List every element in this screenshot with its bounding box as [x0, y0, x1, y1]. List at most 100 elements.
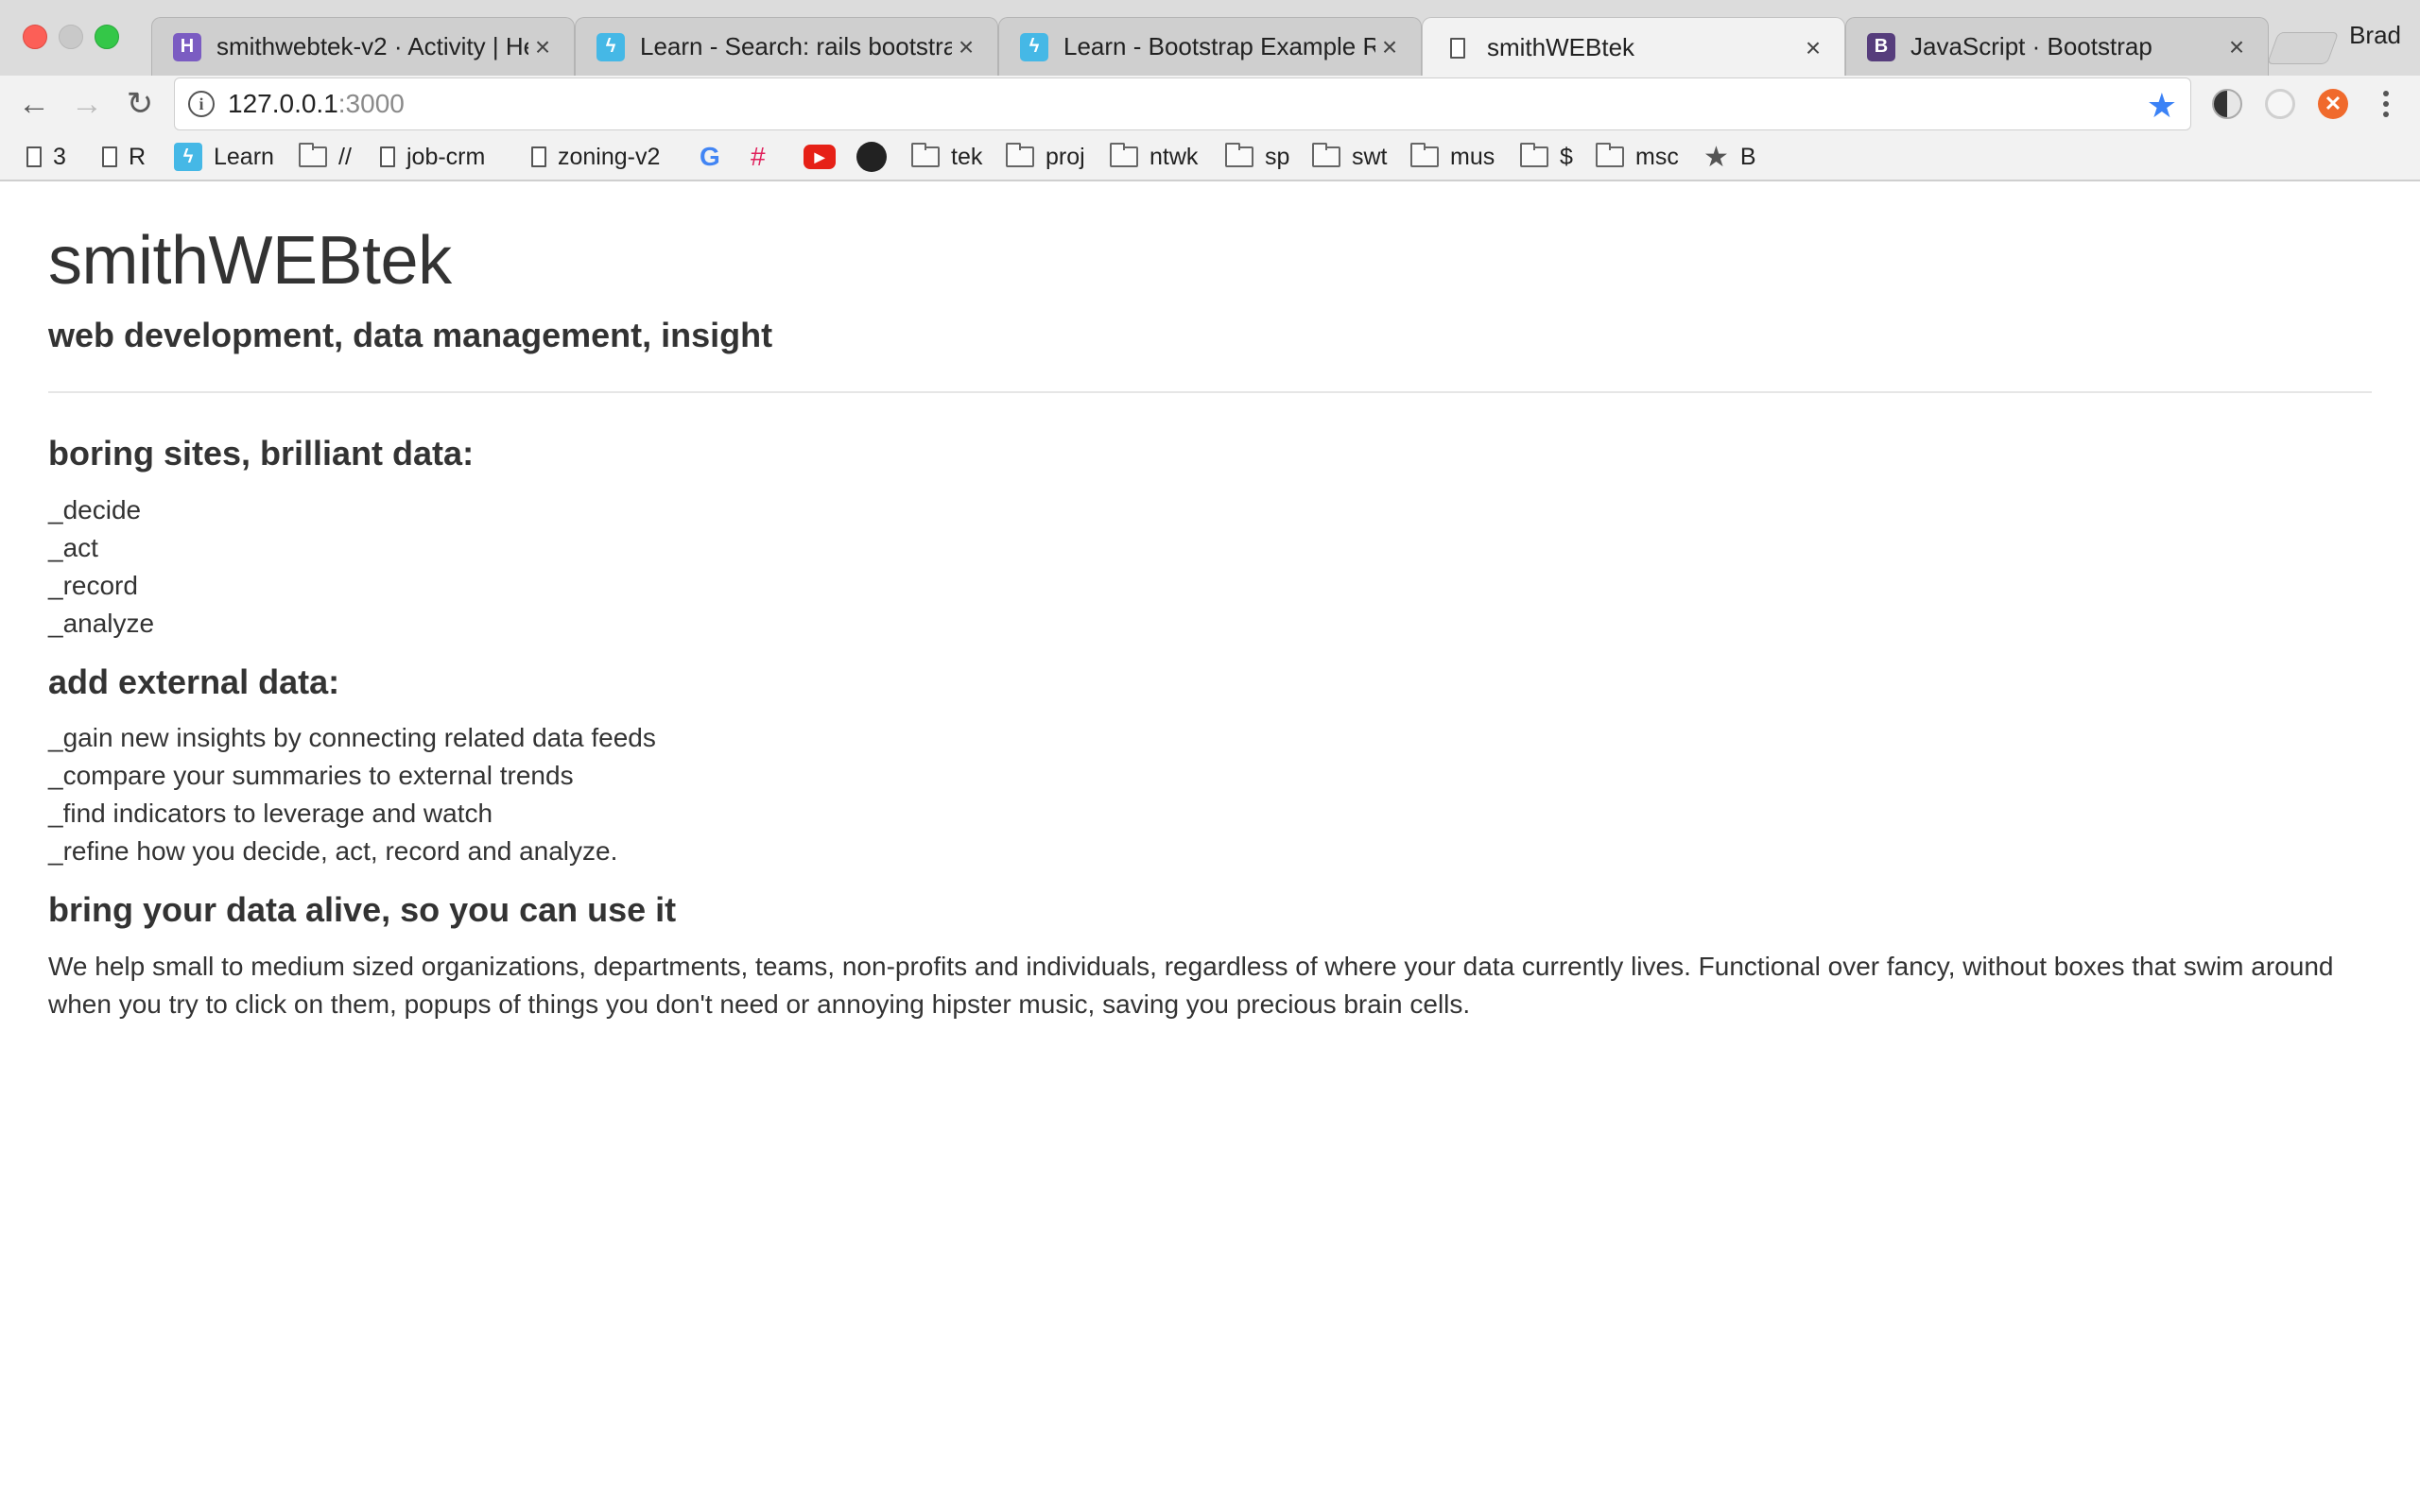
url-host: 127.0.0.1 — [228, 89, 338, 118]
page-content: smithWEBtek web development, data manage… — [48, 181, 2372, 1044]
page-icon — [26, 146, 42, 167]
folder-icon — [1110, 143, 1138, 167]
divider — [48, 391, 2372, 393]
github-icon[interactable] — [856, 140, 887, 174]
bookmark-folder-mus[interactable]: mus — [1410, 140, 1495, 174]
tab-title: smithwebtek-v2 · Activity | He — [216, 32, 528, 60]
minimize-window-button[interactable] — [59, 25, 83, 49]
folder-icon — [1006, 143, 1034, 167]
folder-icon — [1596, 143, 1624, 167]
close-tab-icon[interactable]: × — [1375, 32, 1404, 62]
bookmark-zoning-v2[interactable]: zoning-v2 — [531, 140, 660, 174]
learn-icon: ϟ — [1020, 32, 1048, 61]
site-tagline: web development, data management, insigh… — [48, 316, 773, 354]
bookmark-folder-dollar[interactable]: $ — [1520, 140, 1573, 174]
section-heading: add external data: — [48, 662, 340, 701]
folder-icon — [1225, 143, 1253, 167]
folder-icon — [1520, 143, 1548, 167]
close-tab-icon[interactable]: × — [2222, 32, 2251, 62]
bookmark-label: msc — [1635, 143, 1679, 170]
back-arrow-icon[interactable]: ← — [11, 81, 57, 127]
bookmark-label: tek — [951, 143, 983, 170]
intro-paragraph: We help small to medium sized organizati… — [48, 951, 2334, 1019]
tab-smithwebtek[interactable]: smithWEBtek × — [1422, 17, 1845, 77]
bookmark-job-crm[interactable]: job-crm — [380, 140, 485, 174]
list-item: _compare your summaries to external tren… — [48, 761, 574, 791]
bookmark-star-icon[interactable]: ★ — [2147, 86, 2177, 126]
bookmark-label: 3 — [53, 143, 66, 170]
bookmark-folder-tek[interactable]: tek — [911, 140, 982, 174]
profile-name[interactable]: Brad — [2349, 21, 2401, 50]
tab-learn-bootstrap[interactable]: ϟ Learn - Bootstrap Example Ra × — [998, 17, 1422, 76]
new-tab-button[interactable] — [2266, 32, 2340, 64]
page-icon — [380, 146, 395, 167]
bookmark-3[interactable]: 3 — [26, 140, 66, 174]
site-title: smithWEBtek — [48, 223, 452, 299]
zoom-window-button[interactable] — [95, 25, 119, 49]
google-icon[interactable]: G — [700, 140, 720, 174]
bookmark-label: job-crm — [406, 143, 486, 170]
url-port: :3000 — [337, 89, 405, 118]
learn-icon: ϟ — [174, 143, 202, 171]
learn-icon: ϟ — [596, 32, 625, 61]
section-external-data: add external data: _gain new insights by… — [48, 662, 2372, 871]
dark-mode-extension-icon[interactable] — [2212, 89, 2242, 119]
bookmark-label: swt — [1352, 143, 1388, 170]
folder-icon — [911, 143, 940, 167]
bookmark-label: ntwk — [1150, 143, 1199, 170]
bookmark-label: // — [338, 143, 352, 170]
tab-strip: H smithwebtek-v2 · Activity | He × ϟ Lea… — [0, 0, 2420, 77]
section-data-alive: bring your data alive, so you can use it… — [48, 891, 2372, 1023]
bookmark-folder-msc[interactable]: msc — [1596, 140, 1679, 174]
list-item: _analyze — [48, 608, 155, 638]
tab-bootstrap-javascript[interactable]: B JavaScript · Bootstrap × — [1845, 17, 2269, 76]
close-tab-icon[interactable]: × — [1799, 33, 1827, 63]
bookmark-r[interactable]: R — [102, 140, 146, 174]
bookmark-label: B — [1739, 143, 1756, 170]
slack-icon[interactable]: # — [751, 140, 766, 174]
list-item: _record — [48, 570, 138, 600]
bookmark-label: proj — [1046, 143, 1085, 170]
bookmark-label: R — [129, 143, 147, 170]
bookmark-folder-proj[interactable]: proj — [1006, 140, 1085, 174]
bookmark-folder-ntwk[interactable]: ntwk — [1110, 140, 1198, 174]
section-heading: bring your data alive, so you can use it — [48, 890, 677, 930]
address-bar[interactable]: i 127.0.0.1:3000 ★ — [174, 77, 2191, 130]
folder-icon — [299, 143, 327, 167]
list-item: _find indicators to leverage and watch — [48, 799, 493, 829]
bookmark-label: sp — [1265, 143, 1290, 170]
bookmarks-bar: 3 R ϟ Learn // job-crm zoning-v2 G # ▶ te… — [0, 132, 2420, 181]
page-icon — [102, 146, 117, 167]
bookmark-label: zoning-v2 — [558, 143, 661, 170]
tab-title: JavaScript · Bootstrap — [1910, 32, 2152, 60]
browser-toolbar: ← → ↻ i 127.0.0.1:3000 ★ ✕ — [0, 76, 2420, 132]
bookmark-folder-sp[interactable]: sp — [1225, 140, 1289, 174]
youtube-icon[interactable]: ▶ — [804, 140, 836, 174]
chrome-menu-icon[interactable] — [2375, 83, 2397, 125]
page-icon — [531, 146, 546, 167]
list-item: _act — [48, 532, 98, 562]
section-boring-sites: boring sites, brilliant data: _decide _a… — [48, 435, 2372, 643]
info-icon[interactable]: i — [188, 91, 215, 117]
heroku-icon: H — [173, 32, 201, 61]
close-tab-icon[interactable]: × — [528, 32, 557, 62]
page-icon — [1443, 34, 1472, 62]
bookmark-b[interactable]: ★ B — [1703, 140, 1756, 174]
bootstrap-icon: B — [1867, 32, 1895, 61]
close-tab-icon[interactable]: × — [952, 32, 980, 62]
close-window-button[interactable] — [23, 25, 47, 49]
list-item: _gain new insights by connecting related… — [48, 723, 656, 753]
forward-arrow-icon[interactable]: → — [64, 81, 110, 127]
ublock-extension-icon[interactable]: ✕ — [2318, 89, 2348, 119]
bookmark-folder-slashes[interactable]: // — [299, 140, 352, 174]
section-heading: boring sites, brilliant data: — [48, 434, 475, 472]
reload-icon[interactable]: ↻ — [117, 81, 163, 127]
tab-title: Learn - Search: rails bootstrap — [640, 32, 952, 60]
bookmark-learn[interactable]: ϟ Learn — [174, 140, 274, 174]
tab-learn-search[interactable]: ϟ Learn - Search: rails bootstrap × — [575, 17, 998, 76]
bookmark-label: mus — [1450, 143, 1495, 170]
tab-heroku-activity[interactable]: H smithwebtek-v2 · Activity | He × — [151, 17, 575, 76]
list-item: _refine how you decide, act, record and … — [48, 836, 618, 867]
bookmark-folder-swt[interactable]: swt — [1312, 140, 1388, 174]
extension-icon[interactable] — [2265, 89, 2295, 119]
